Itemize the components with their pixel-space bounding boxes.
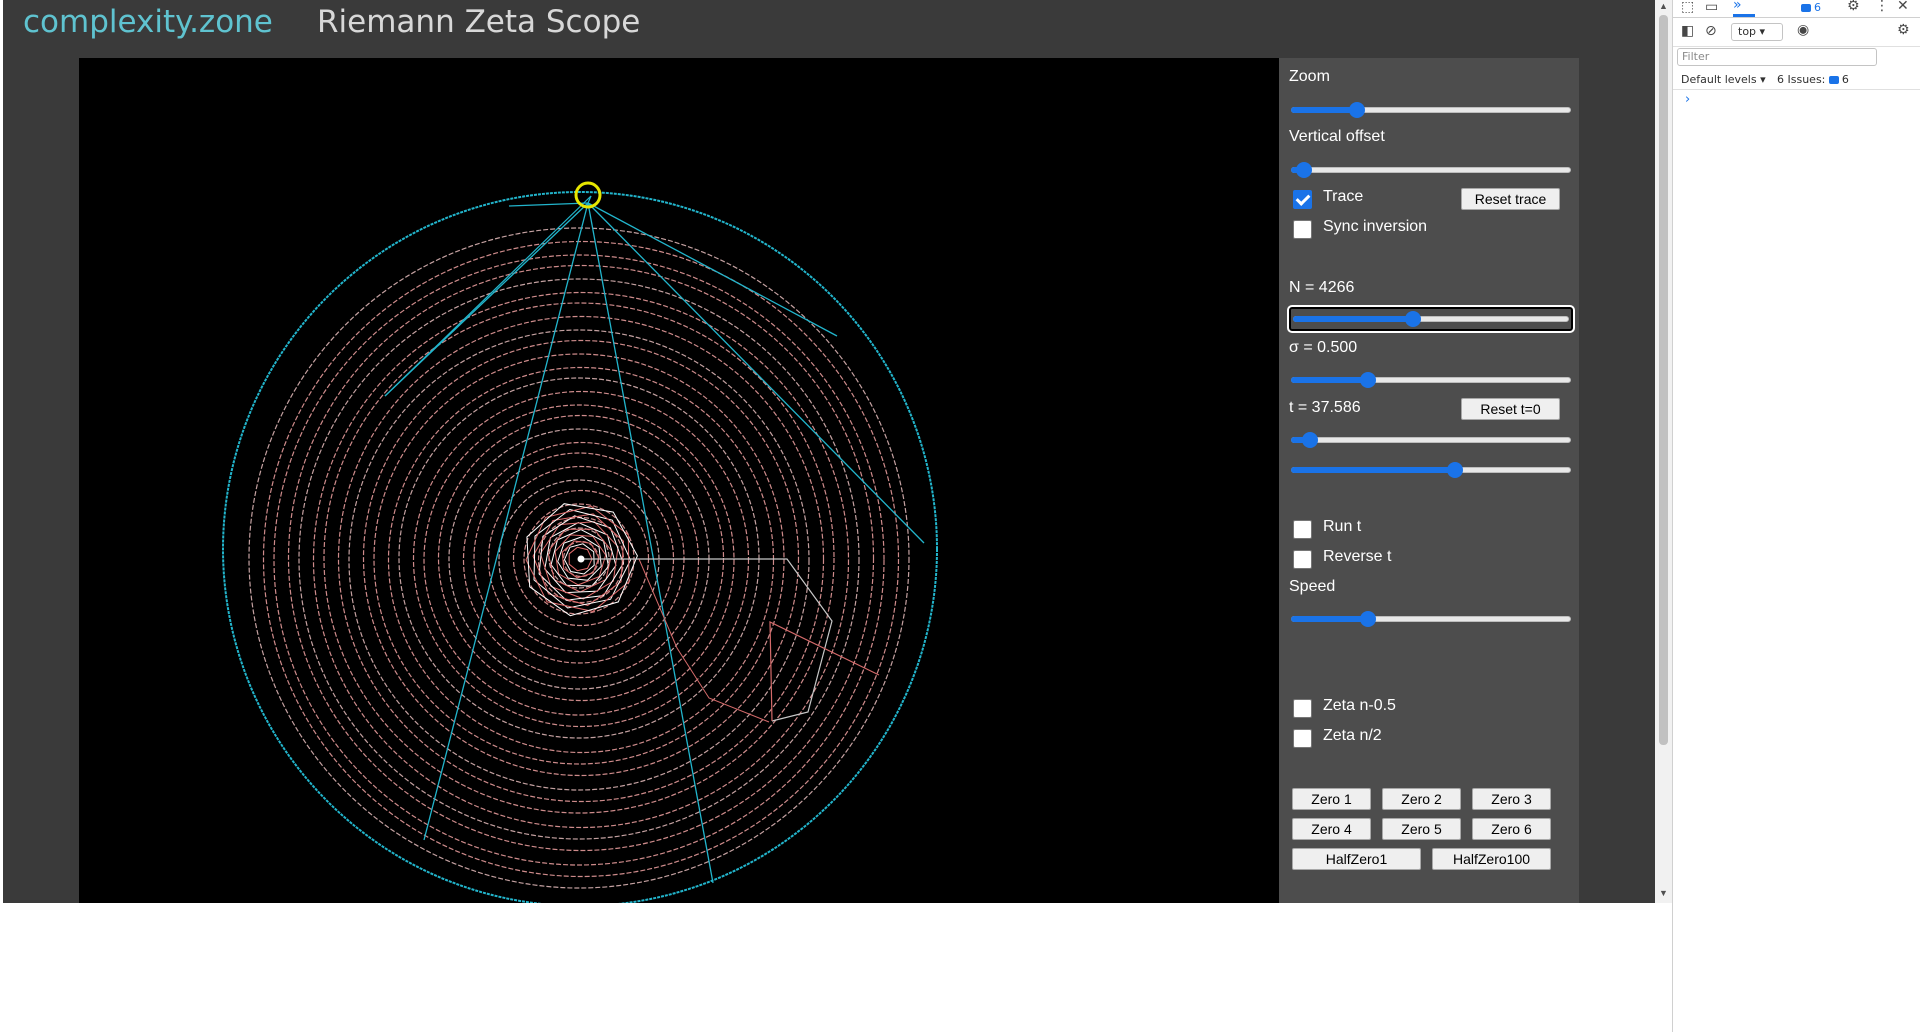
active-tab-indicator <box>1733 14 1755 17</box>
reset-t-button[interactable]: Reset t=0 <box>1461 398 1560 420</box>
site-name-link[interactable]: complexity.zone <box>23 4 273 40</box>
close-icon[interactable]: ✕ <box>1897 0 1909 14</box>
run-t-checkbox[interactable] <box>1293 520 1312 539</box>
devtools-tab-bar: ⬚ ▭ » 6 ⚙ ⋮ ✕ <box>1673 0 1920 18</box>
t-fine-slider[interactable] <box>1291 459 1571 479</box>
console-prompt-icon[interactable]: › <box>1685 92 1690 107</box>
issues-counter[interactable]: 6 Issues: 6 <box>1777 73 1849 86</box>
reverse-t-checkbox[interactable] <box>1293 550 1312 569</box>
zero-6-button[interactable]: Zero 6 <box>1472 818 1551 840</box>
zero-1-button[interactable]: Zero 1 <box>1292 788 1371 810</box>
console-levels-row: Default levels ▾ 6 Issues: 6 <box>1673 70 1920 90</box>
reverse-t-label: Reverse t <box>1323 548 1392 565</box>
issues-icon <box>1828 76 1839 84</box>
zero-5-button[interactable]: Zero 5 <box>1382 818 1461 840</box>
scroll-up-arrow-icon[interactable]: ▲ <box>1659 1 1668 11</box>
console-toolbar: ◧ ⊘ top ▾ ◉ ⚙ <box>1673 19 1920 47</box>
cyan-chord <box>384 195 592 397</box>
zeta-n-over-2-checkbox[interactable] <box>1293 729 1312 748</box>
cyan-chord <box>587 202 838 337</box>
live-expression-eye-icon[interactable]: ◉ <box>1797 22 1809 38</box>
dropdown-arrow-icon: ▾ <box>1760 73 1766 86</box>
zero-3-button[interactable]: Zero 3 <box>1472 788 1551 810</box>
zeta-n-minus-half-label: Zeta n-0.5 <box>1323 697 1396 714</box>
zeta-n-minus-half-checkbox[interactable] <box>1293 699 1312 718</box>
zeta-visualization-canvas[interactable] <box>79 58 1279 903</box>
vertical-offset-label: Vertical offset <box>1289 128 1385 145</box>
n-slider[interactable] <box>1287 305 1575 333</box>
cyan-chord <box>423 202 589 841</box>
trace-label: Trace <box>1323 188 1364 205</box>
clear-console-icon[interactable]: ⊘ <box>1705 23 1717 39</box>
slider-thumb[interactable] <box>1360 611 1376 627</box>
cyan-chord <box>508 202 589 207</box>
issues-icon <box>1801 4 1811 12</box>
issues-counter-value: 6 <box>1841 73 1849 86</box>
origin-point <box>577 555 585 563</box>
sigma-label: σ = 0.500 <box>1289 339 1358 356</box>
zero-4-button[interactable]: Zero 4 <box>1292 818 1371 840</box>
settings-gear-icon[interactable]: ⚙ <box>1847 0 1860 14</box>
context-selector[interactable]: top ▾ <box>1731 23 1783 41</box>
inspect-element-icon[interactable]: ⬚ <box>1681 0 1694 15</box>
log-levels-label: Default levels <box>1681 73 1757 86</box>
zeta-spiral-plot <box>222 181 938 903</box>
sidebar-toggle-icon[interactable]: ◧ <box>1681 23 1694 39</box>
t-slider[interactable] <box>1291 429 1571 449</box>
vertical-offset-slider[interactable] <box>1291 159 1571 179</box>
devtools-panel: ⬚ ▭ » 6 ⚙ ⋮ ✕ ◧ ⊘ top ▾ ◉ ⚙ Filter Defau… <box>1672 0 1920 1032</box>
control-panel: Zoom Vertical offset Trace Reset trace S… <box>1279 58 1579 903</box>
issues-tab-count: 6 <box>1814 1 1821 14</box>
slider-thumb[interactable] <box>1302 432 1318 448</box>
slider-thumb[interactable] <box>1296 162 1312 178</box>
trace-checkbox[interactable] <box>1293 190 1312 209</box>
console-settings-gear-icon[interactable]: ⚙ <box>1897 22 1910 38</box>
slider-thumb[interactable] <box>1447 462 1463 478</box>
slider-thumb[interactable] <box>1360 372 1376 388</box>
speed-label: Speed <box>1289 578 1336 595</box>
issues-tab-badge[interactable]: 6 <box>1801 1 1821 14</box>
scroll-down-arrow-icon[interactable]: ▼ <box>1659 888 1668 898</box>
sigma-slider[interactable] <box>1291 369 1571 389</box>
cyan-chord <box>587 202 925 544</box>
log-levels-dropdown[interactable]: Default levels ▾ <box>1681 73 1766 86</box>
zeta-n-over-2-label: Zeta n/2 <box>1323 727 1382 744</box>
sync-inversion-label: Sync inversion <box>1323 218 1428 235</box>
kebab-menu-icon[interactable]: ⋮ <box>1875 0 1889 14</box>
app-page: complexity.zone Riemann Zeta Scope Zoom … <box>3 0 1655 903</box>
half-zero-100-button[interactable]: HalfZero100 <box>1432 848 1551 870</box>
slider-thumb[interactable] <box>1405 311 1421 327</box>
run-t-label: Run t <box>1323 518 1362 535</box>
t-label: t = 37.586 <box>1289 399 1361 416</box>
console-filter-input[interactable]: Filter <box>1677 48 1877 66</box>
zoom-slider[interactable] <box>1291 99 1571 119</box>
zoom-label: Zoom <box>1289 68 1330 85</box>
app-title: Riemann Zeta Scope <box>317 4 641 40</box>
device-toolbar-icon[interactable]: ▭ <box>1705 0 1718 15</box>
zero-2-button[interactable]: Zero 2 <box>1382 788 1461 810</box>
speed-slider[interactable] <box>1291 608 1571 628</box>
half-zero-1-button[interactable]: HalfZero1 <box>1292 848 1421 870</box>
more-tabs-icon[interactable]: » <box>1733 0 1742 13</box>
n-label: N = 4266 <box>1289 279 1355 296</box>
reset-trace-button[interactable]: Reset trace <box>1461 188 1560 210</box>
cyan-chord <box>587 202 714 884</box>
dropdown-arrow-icon: ▾ <box>1759 25 1766 38</box>
page-scrollbar[interactable]: ▲ ▼ <box>1655 0 1672 903</box>
scroll-thumb[interactable] <box>1659 15 1668 745</box>
sync-inversion-checkbox[interactable] <box>1293 220 1312 239</box>
slider-thumb[interactable] <box>1349 102 1365 118</box>
context-selector-label: top <box>1738 25 1757 38</box>
issues-counter-label: 6 Issues: <box>1777 73 1826 86</box>
